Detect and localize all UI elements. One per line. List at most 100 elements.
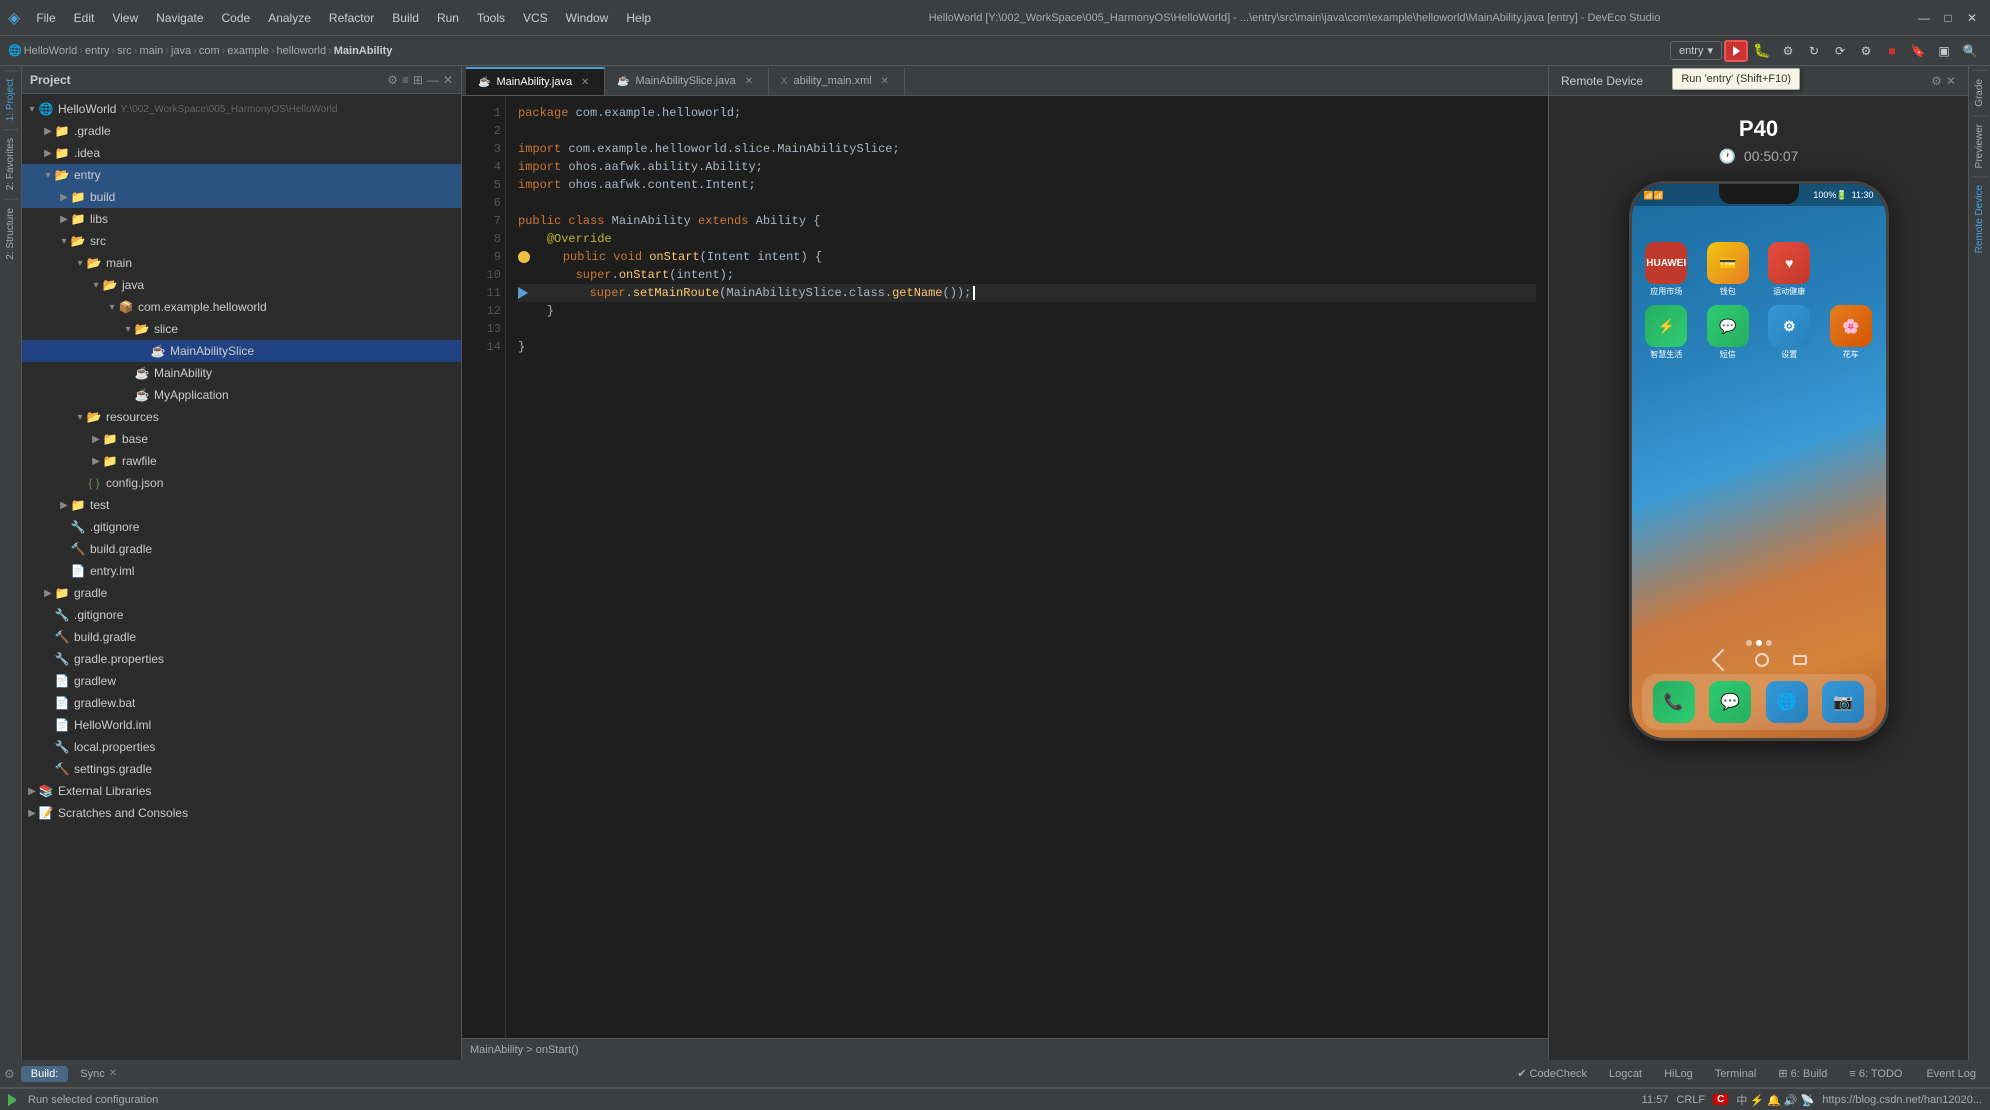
tab-codecheck[interactable]: ✔ CodeCheck: [1507, 1065, 1597, 1082]
history-button[interactable]: ⟳: [1828, 40, 1852, 62]
tree-gradlew-bat[interactable]: ▶ 📄 gradlew.bat: [22, 692, 461, 714]
menu-tools[interactable]: Tools: [469, 9, 513, 27]
breadcrumb-mainability[interactable]: MainAbility: [334, 45, 393, 57]
app-smart-life[interactable]: ⚡ 智慧生活: [1640, 305, 1694, 360]
tab-mainabilityslice[interactable]: ☕ MainAbilitySlice.java ✕: [605, 67, 769, 95]
tree-scratches[interactable]: ▶ 📝 Scratches and Consoles: [22, 802, 461, 824]
refresh-button[interactable]: ↻: [1802, 40, 1826, 62]
search-button[interactable]: 🔍: [1958, 40, 1982, 62]
menu-build[interactable]: Build: [384, 9, 427, 27]
tree-gitignore-entry[interactable]: ▶ 🔧 .gitignore: [22, 516, 461, 538]
menu-view[interactable]: View: [104, 9, 146, 27]
tree-src[interactable]: ▾ 📂 src: [22, 230, 461, 252]
nav-back-icon[interactable]: [1711, 649, 1734, 672]
dock-phone-icon[interactable]: 📞: [1653, 681, 1695, 723]
settings2-button[interactable]: ⚙: [1854, 40, 1878, 62]
tab-structure-vertical[interactable]: 2: Structure: [3, 199, 18, 268]
tree-libs[interactable]: ▶ 📁 libs: [22, 208, 461, 230]
tab-favorites-vertical[interactable]: 2: Favorites: [3, 129, 18, 198]
menu-code[interactable]: Code: [214, 9, 259, 27]
project-minimize-icon[interactable]: ✕: [443, 73, 453, 87]
tree-entry-iml[interactable]: ▶ 📄 entry.iml: [22, 560, 461, 582]
remote-settings-icon[interactable]: ⚙: [1931, 74, 1942, 88]
tab-todo[interactable]: ≡ 6: TODO: [1839, 1066, 1912, 1082]
tree-build-folder[interactable]: ▶ 📁 build: [22, 186, 461, 208]
menu-vcs[interactable]: VCS: [515, 9, 556, 27]
tree-resources[interactable]: ▾ 📂 resources: [22, 406, 461, 428]
menu-refactor[interactable]: Refactor: [321, 9, 382, 27]
breadcrumb-src[interactable]: src: [117, 45, 132, 57]
tab-ability-xml[interactable]: X ability_main.xml ✕: [769, 67, 905, 95]
nav-recents-icon[interactable]: [1793, 655, 1807, 665]
tree-root[interactable]: ▾ 🌐 HelloWorld Y:\002_WorkSpace\005_Harm…: [22, 98, 461, 120]
tree-gradle-hidden[interactable]: ▶ 📁 .gradle: [22, 120, 461, 142]
app-wallet[interactable]: 💳 钱包: [1701, 242, 1755, 297]
breadcrumb-com[interactable]: com: [199, 45, 220, 57]
breadcrumb-project[interactable]: HelloWorld: [24, 45, 78, 57]
tree-mainabilityslice[interactable]: ▶ ☕ MainAbilitySlice: [22, 340, 461, 362]
tab-build-6[interactable]: ⊞ 6: Build: [1768, 1065, 1837, 1082]
menu-help[interactable]: Help: [618, 9, 659, 27]
project-close-icon[interactable]: —: [427, 73, 439, 87]
menu-window[interactable]: Window: [558, 9, 617, 27]
tab-hilog[interactable]: HiLog: [1654, 1066, 1703, 1082]
tree-entry[interactable]: ▾ 📂 entry: [22, 164, 461, 186]
tab-logcat[interactable]: Logcat: [1599, 1066, 1652, 1082]
tree-slice[interactable]: ▾ 📂 slice: [22, 318, 461, 340]
tree-idea[interactable]: ▶ 📁 .idea: [22, 142, 461, 164]
tree-base[interactable]: ▶ 📁 base: [22, 428, 461, 450]
tab-terminal[interactable]: Terminal: [1705, 1066, 1767, 1082]
tree-gradle-props[interactable]: ▶ 🔧 gradle.properties: [22, 648, 461, 670]
tree-myapplication[interactable]: ▶ ☕ MyApplication: [22, 384, 461, 406]
dock-messages-icon[interactable]: 💬: [1709, 681, 1751, 723]
dock-camera-icon[interactable]: 📷: [1822, 681, 1864, 723]
tree-config-json[interactable]: ▶ { } config.json: [22, 472, 461, 494]
breadcrumb-entry[interactable]: entry: [85, 45, 109, 57]
project-expand-icon[interactable]: ⊞: [413, 73, 423, 87]
app-huawei-store[interactable]: HUAWEI 应用市场: [1640, 242, 1694, 297]
tree-helloworld-iml[interactable]: ▶ 📄 HelloWorld.iml: [22, 714, 461, 736]
tab-remote-vertical[interactable]: Remote Device: [1972, 176, 1987, 261]
app-settings[interactable]: ⚙ 设置: [1763, 305, 1817, 360]
tree-build-gradle-entry[interactable]: ▶ 🔨 build.gradle: [22, 538, 461, 560]
stop-button[interactable]: ■: [1880, 40, 1904, 62]
breadcrumb-example[interactable]: example: [227, 45, 269, 57]
tab-mas-close[interactable]: ✕: [742, 74, 756, 88]
project-settings-icon[interactable]: ⚙: [387, 73, 398, 87]
tree-settings-gradle[interactable]: ▶ 🔨 settings.gradle: [22, 758, 461, 780]
breadcrumb-java[interactable]: java: [171, 45, 191, 57]
tree-rawfile[interactable]: ▶ 📁 rawfile: [22, 450, 461, 472]
tab-mainability-close[interactable]: ✕: [578, 75, 592, 89]
tree-main[interactable]: ▾ 📂 main: [22, 252, 461, 274]
tree-java[interactable]: ▾ 📂 java: [22, 274, 461, 296]
bookmark-button[interactable]: 🔖: [1906, 40, 1930, 62]
dock-browser-icon[interactable]: 🌐: [1766, 681, 1808, 723]
menu-file[interactable]: File: [28, 9, 63, 27]
tab-grade-vertical[interactable]: Grade: [1972, 70, 1987, 115]
breadcrumb-helloworld2[interactable]: helloworld: [277, 45, 327, 57]
tab-mainability[interactable]: ☕ MainAbility.java ✕: [466, 67, 605, 95]
tree-mainability[interactable]: ▶ ☕ MainAbility: [22, 362, 461, 384]
breadcrumb-helloworld[interactable]: 🌐: [8, 44, 22, 57]
bottom-settings-icon[interactable]: ⚙: [4, 1067, 15, 1081]
tab-event-log[interactable]: Event Log: [1916, 1066, 1986, 1082]
menu-run[interactable]: Run: [429, 9, 467, 27]
run-button[interactable]: [1724, 40, 1748, 62]
tree-package[interactable]: ▾ 📦 com.example.helloworld: [22, 296, 461, 318]
minimize-button[interactable]: —: [1914, 8, 1934, 28]
tree-test[interactable]: ▶ 📁 test: [22, 494, 461, 516]
settings-button[interactable]: ⚙: [1776, 40, 1800, 62]
tree-build-gradle-root[interactable]: ▶ 🔨 build.gradle: [22, 626, 461, 648]
tab-sync[interactable]: Sync ✕: [70, 1066, 127, 1082]
tab-sync-close[interactable]: ✕: [109, 1068, 117, 1079]
breadcrumb-main[interactable]: main: [139, 45, 163, 57]
app-sms[interactable]: 💬 短信: [1701, 305, 1755, 360]
debug-button[interactable]: 🐛: [1750, 40, 1774, 62]
tab-xml-close[interactable]: ✕: [878, 74, 892, 88]
tree-local-props[interactable]: ▶ 🔧 local.properties: [22, 736, 461, 758]
tree-gitignore-root[interactable]: ▶ 🔧 .gitignore: [22, 604, 461, 626]
app-health[interactable]: ♥ 运动健康: [1763, 242, 1817, 297]
tree-gradle-root[interactable]: ▶ 📁 gradle: [22, 582, 461, 604]
tab-build[interactable]: Build:: [21, 1066, 69, 1082]
run-config-selector[interactable]: entry ▾: [1670, 41, 1722, 60]
